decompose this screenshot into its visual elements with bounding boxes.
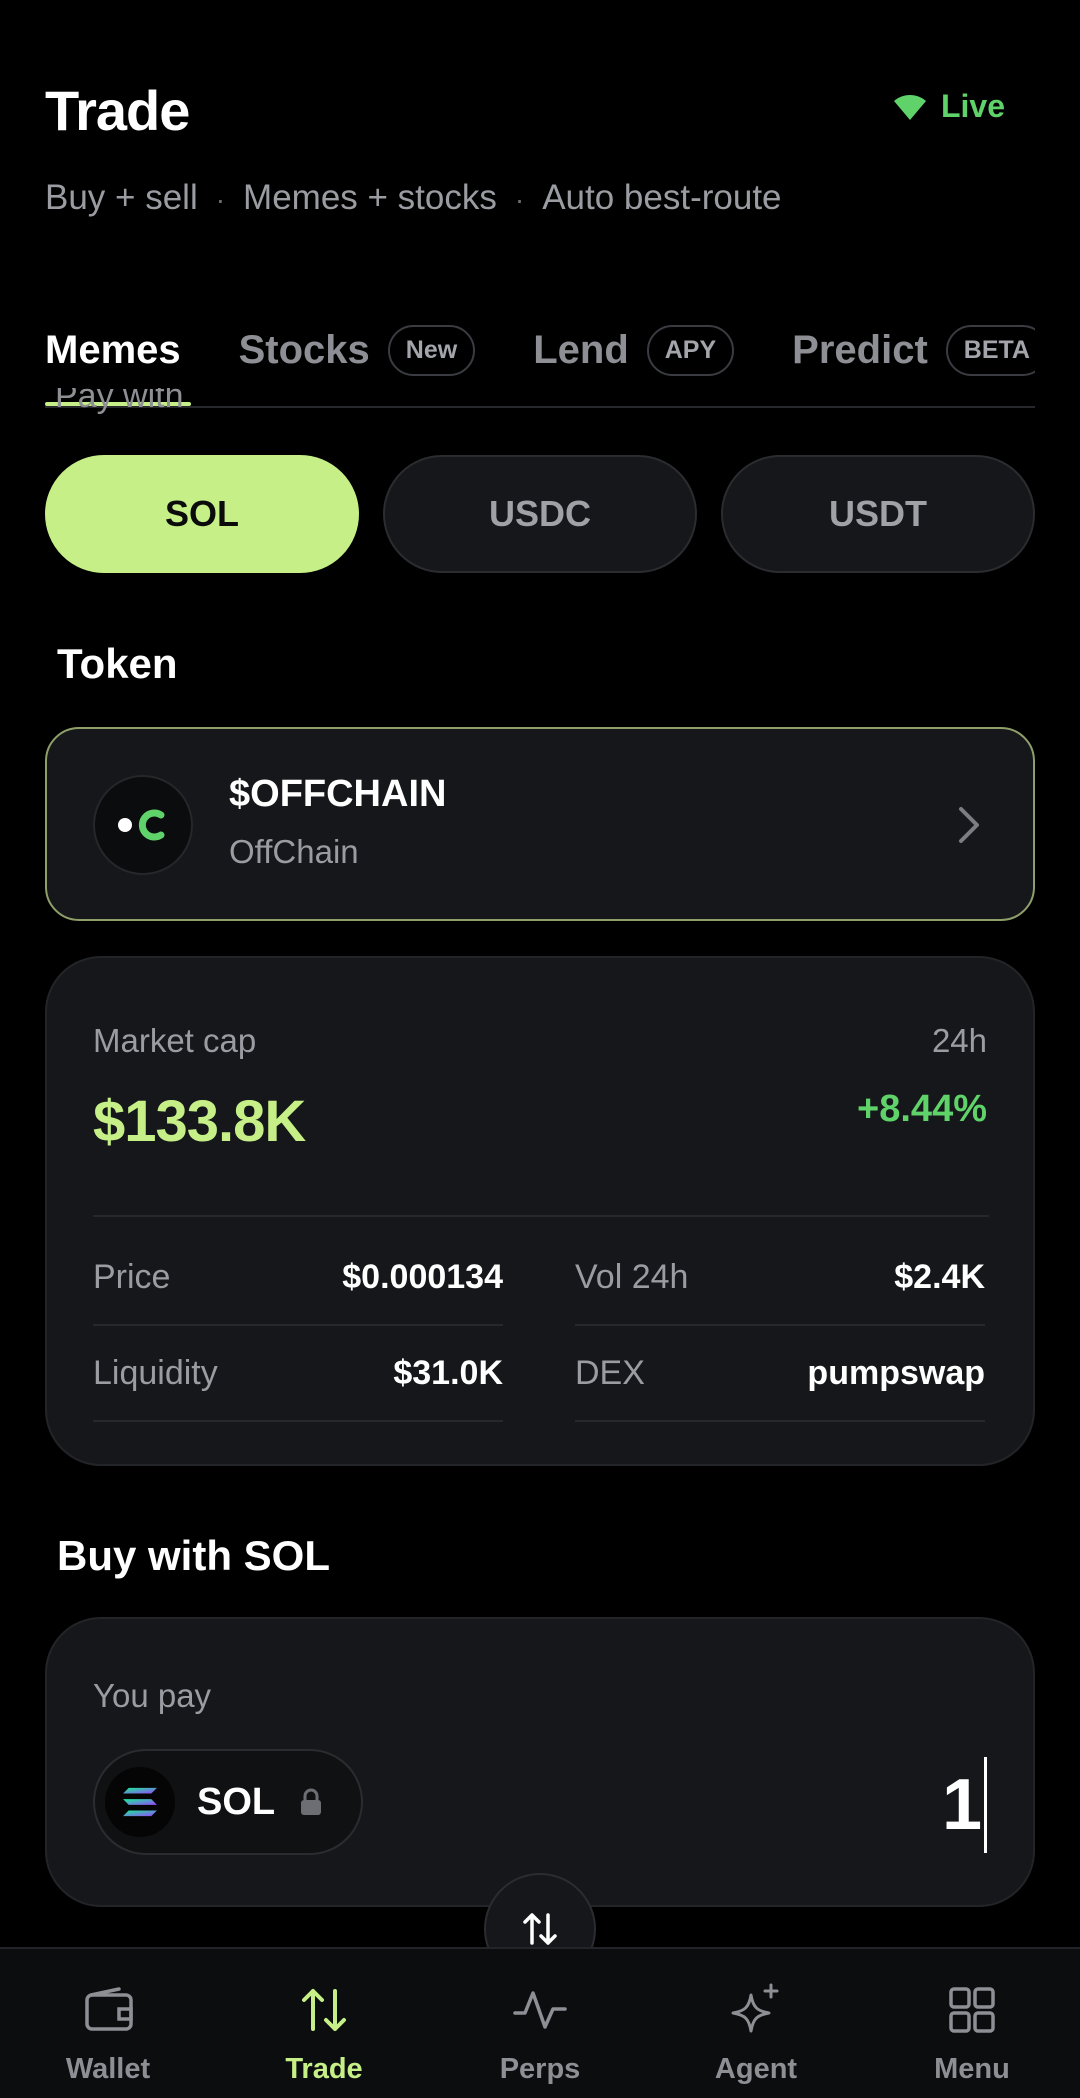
tab-label: Stocks <box>238 327 370 372</box>
currency-usdt-button[interactable]: USDT <box>721 455 1035 573</box>
token-selector-card[interactable]: $OFFCHAIN OffChain <box>45 727 1035 921</box>
page-title: Trade <box>45 79 190 142</box>
stat-label: Price <box>93 1258 171 1296</box>
sol-logo-icon <box>105 1767 175 1837</box>
text-caret <box>984 1757 987 1853</box>
stat-value: $2.4K <box>894 1258 985 1296</box>
tab-label: Predict <box>792 327 928 372</box>
category-tabs: Memes Stocks New Lend APY Predict BETA <box>45 316 1035 408</box>
tab-stocks[interactable]: Stocks New <box>238 324 476 376</box>
tab-lend[interactable]: Lend APY <box>533 324 735 376</box>
live-label: Live <box>940 88 1005 124</box>
apy-badge: APY <box>646 324 735 376</box>
nav-label: Menu <box>934 2053 1010 2085</box>
nav-menu[interactable]: Menu <box>864 1949 1080 2098</box>
wifi-icon <box>893 94 926 120</box>
bottom-navigation: Wallet Trade Perps Agent Menu <box>0 1947 1080 2098</box>
pay-amount-value: 1 <box>941 1765 982 1845</box>
tab-memes[interactable]: Memes <box>45 328 181 373</box>
live-indicator: Live <box>893 88 1005 125</box>
you-pay-label: You pay <box>93 1677 212 1714</box>
currency-usdc-button[interactable]: USDC <box>383 455 697 573</box>
price-change: +8.44% <box>857 1088 987 1130</box>
token-section-title: Token <box>57 640 178 687</box>
nav-agent[interactable]: Agent <box>648 1949 864 2098</box>
nav-label: Perps <box>499 2053 581 2085</box>
tab-label: Lend <box>533 327 629 372</box>
page-subtitle: Buy + sell · Memes + stocks · Auto best-rout… <box>45 178 782 217</box>
nav-label: Wallet <box>65 2053 151 2085</box>
pay-with-label: Pay with <box>55 388 184 415</box>
nav-perps[interactable]: Perps <box>432 1949 648 2098</box>
market-cap-value: $133.8K <box>93 1089 306 1154</box>
token-logo <box>93 775 193 875</box>
tab-predict[interactable]: Predict BETA <box>792 324 1035 376</box>
stats-divider <box>93 1215 989 1217</box>
nav-label: Trade <box>285 2053 363 2085</box>
currency-sol-button[interactable]: SOL <box>45 455 359 573</box>
pulse-chart-icon <box>513 1991 567 2029</box>
offchain-logo-icon <box>118 809 165 841</box>
tab-label: Memes <box>45 327 181 372</box>
stat-label: DEX <box>575 1354 645 1392</box>
stat-liquidity: Liquidity $31.0K <box>93 1326 503 1422</box>
chevron-right-icon <box>959 807 979 843</box>
wallet-icon <box>85 1987 133 2031</box>
token-symbol: $OFFCHAIN <box>229 773 447 815</box>
market-cap-label: Market cap <box>93 1022 257 1059</box>
subtitle-part: Auto best-route <box>542 178 782 217</box>
grid-menu-icon <box>949 1987 995 2033</box>
pay-token-chip: SOL <box>93 1749 363 1855</box>
beta-badge: BETA <box>945 324 1035 376</box>
nav-label: Agent <box>714 2053 798 2085</box>
header: Trade Live <box>45 78 1035 143</box>
subtitle-part: Buy + sell <box>45 178 198 217</box>
stat-volume: Vol 24h $2.4K <box>575 1230 985 1326</box>
token-name: OffChain <box>229 833 359 870</box>
pay-amount-input[interactable]: 1 <box>942 1757 987 1853</box>
pay-token-label: SOL <box>197 1780 276 1823</box>
pay-currency-selector: SOL USDC USDT <box>45 455 1035 573</box>
swap-arrows-icon <box>523 1913 557 1945</box>
stat-value: $31.0K <box>393 1354 503 1392</box>
buy-section-title: Buy with SOL <box>57 1532 330 1579</box>
stat-label: Liquidity <box>93 1354 218 1392</box>
new-badge: New <box>387 324 476 376</box>
subtitle-part: Memes + stocks <box>243 178 497 217</box>
stat-value: $0.000134 <box>342 1258 503 1296</box>
stat-dex: DEX pumpswap <box>575 1326 985 1422</box>
market-stats-card: Market cap 24h $133.8K +8.44% Price $0.0… <box>45 956 1035 1466</box>
trade-arrows-icon <box>302 1989 346 2031</box>
stat-value: pumpswap <box>807 1354 985 1392</box>
sparkle-icon <box>731 1983 779 2033</box>
period-label: 24h <box>931 1022 987 1059</box>
stat-label: Vol 24h <box>575 1258 689 1296</box>
you-pay-card: You pay SOL 1 <box>45 1617 1035 1907</box>
nav-wallet[interactable]: Wallet <box>0 1949 216 2098</box>
stat-price: Price $0.000134 <box>93 1230 503 1326</box>
nav-trade[interactable]: Trade <box>216 1949 432 2098</box>
lock-icon <box>301 1788 322 1815</box>
